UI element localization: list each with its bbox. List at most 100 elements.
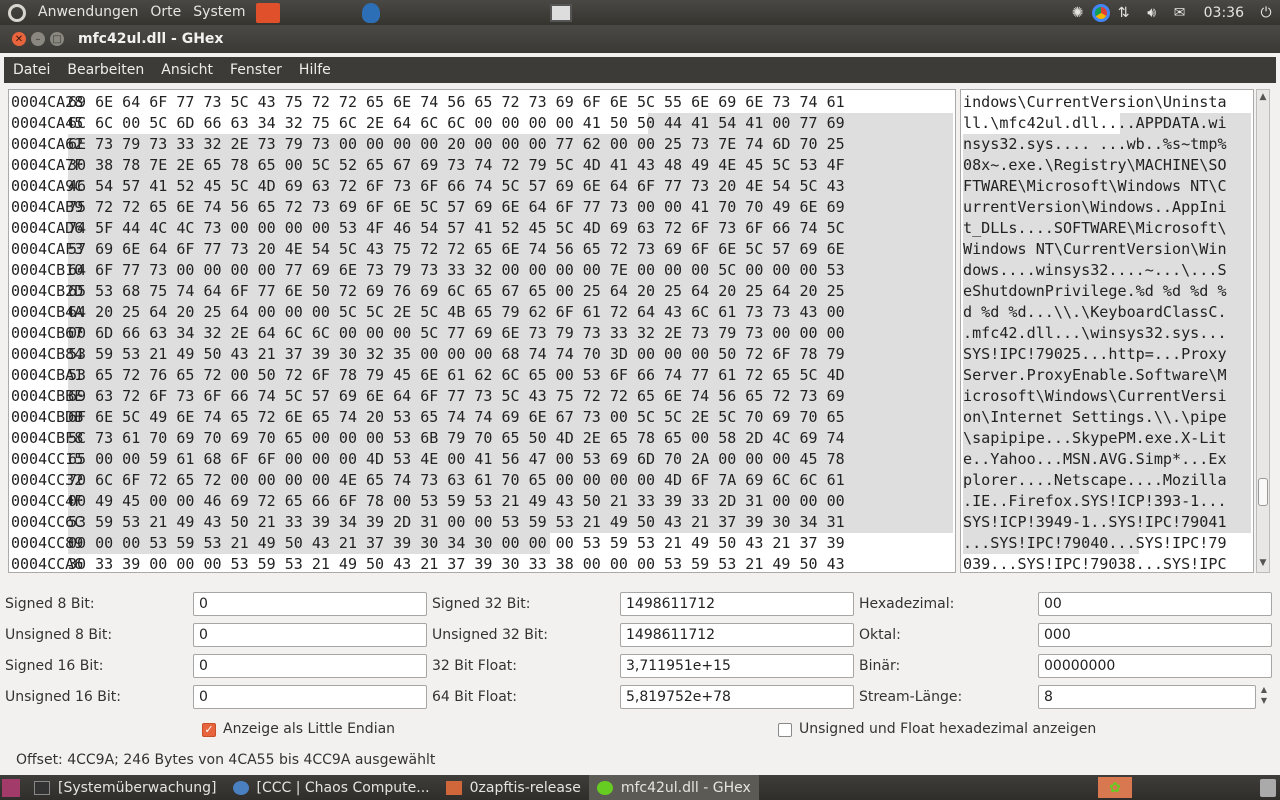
ascii-view[interactable]: indows\CurrentVersion\Uninsta ll.\mfc42ul… bbox=[960, 89, 1254, 573]
scroll-thumb[interactable] bbox=[1258, 478, 1268, 506]
gimp-launcher-icon[interactable] bbox=[361, 2, 380, 23]
volume-icon[interactable]: 🔊︎ bbox=[1143, 4, 1161, 22]
hex-bytes[interactable]: 75 72 72 65 6E 74 56 65 72 73 69 6F 6E 5… bbox=[68, 197, 845, 218]
ascii-row[interactable]: \sapipipe...SkypePM.exe.X-Lit bbox=[963, 428, 1253, 449]
hex-row[interactable]: 0004CA9C 46 54 57 41 52 45 5C 4D 69 63 72… bbox=[11, 176, 845, 197]
spinner-arrows-icon[interactable]: ▲ ▼ bbox=[1256, 684, 1272, 708]
hex-bytes[interactable]: 69 63 72 6F 73 6F 66 74 5C 57 69 6E 64 6… bbox=[68, 386, 845, 407]
menu-view[interactable]: Ansicht bbox=[152, 62, 221, 78]
menu-help[interactable]: Hilfe bbox=[290, 62, 339, 78]
hex-bytes[interactable]: 6F 6E 5C 49 6E 74 65 72 6E 65 74 20 53 6… bbox=[68, 407, 845, 428]
ascii-row[interactable]: .IE..Firefox.SYS!ICP!393-1... bbox=[963, 491, 1253, 512]
hex-row[interactable]: 0004CB2D 65 53 68 75 74 64 6F 77 6E 50 72… bbox=[11, 281, 845, 302]
ascii-row[interactable]: ll.\mfc42ul.dll....APPDATA.wi bbox=[963, 113, 1253, 134]
menu-places[interactable]: Orte bbox=[144, 0, 187, 25]
hex-row[interactable]: 0004CA28 69 6E 64 6F 77 73 5C 43 75 72 72… bbox=[11, 92, 845, 113]
ascii-row[interactable]: SYS!ICP!3949-1..SYS!IPC!79041 bbox=[963, 512, 1253, 533]
hex-row[interactable]: 0004CC6C 53 59 53 21 49 43 50 21 33 39 34… bbox=[11, 512, 845, 533]
signed16-field[interactable]: 0 bbox=[193, 654, 427, 678]
ubuntu-logo-icon[interactable] bbox=[8, 3, 26, 22]
ascii-row[interactable]: Windows NT\CurrentVersion\Win bbox=[963, 239, 1253, 260]
menu-edit[interactable]: Bearbeiten bbox=[58, 62, 152, 78]
hex-bytes[interactable]: 65 53 68 75 74 64 6F 77 6E 50 72 69 76 6… bbox=[68, 281, 845, 302]
task-system-monitor[interactable]: [Systemüberwachung] bbox=[26, 775, 225, 800]
hex-bytes[interactable]: 53 65 72 76 65 72 00 50 72 6F 78 79 45 6… bbox=[68, 365, 845, 386]
updown-icon[interactable]: ⇅ bbox=[1115, 4, 1133, 22]
workspace-switcher[interactable]: ✿ bbox=[1098, 777, 1132, 798]
scroll-up-icon[interactable]: ▲ bbox=[1257, 92, 1269, 104]
hex-bytes[interactable]: 00 49 45 00 00 46 69 72 65 66 6F 78 00 5… bbox=[68, 491, 845, 512]
hex-bytes[interactable]: 64 20 25 64 20 25 64 00 00 00 5C 5C 2E 5… bbox=[68, 302, 845, 323]
ascii-row[interactable]: SYS!IPC!79025...http=...Proxy bbox=[963, 344, 1253, 365]
hex-bytes[interactable]: 53 59 53 21 49 50 43 21 37 39 30 32 35 0… bbox=[68, 344, 845, 365]
video-launcher-icon[interactable] bbox=[549, 3, 572, 22]
hex-row[interactable]: 0004CAF3 57 69 6E 64 6F 77 73 20 4E 54 5C… bbox=[11, 239, 845, 260]
vertical-scrollbar[interactable]: ▲ ▼ bbox=[1256, 89, 1270, 573]
maximize-icon[interactable]: □ bbox=[50, 32, 64, 46]
unsigned8-field[interactable]: 0 bbox=[193, 623, 427, 647]
task-ghex[interactable]: mfc42ul.dll - GHex bbox=[588, 775, 759, 800]
stream-length-spinner[interactable]: 8 bbox=[1038, 685, 1256, 709]
clock[interactable]: 03:36 bbox=[1204, 5, 1244, 21]
float32-field[interactable]: 3,711951e+15 bbox=[620, 654, 854, 678]
hex-field[interactable]: 00 bbox=[1038, 592, 1272, 616]
chrome-icon[interactable] bbox=[1091, 3, 1110, 22]
ascii-row[interactable]: .mfc42.dll...\winsys32.sys... bbox=[963, 323, 1253, 344]
ascii-row[interactable]: ...SYS!IPC!79040...SYS!IPC!79 bbox=[963, 533, 1253, 554]
hex-bytes[interactable]: 57 69 6E 64 6F 77 73 20 4E 54 5C 43 75 7… bbox=[68, 239, 845, 260]
hex-row[interactable]: 0004CC89 00 00 00 53 59 53 21 49 50 43 21… bbox=[11, 533, 845, 554]
hex-bytes[interactable]: 5C 73 61 70 69 70 69 70 65 00 00 00 53 6… bbox=[68, 428, 845, 449]
ascii-row[interactable]: e..Yahoo...MSN.AVG.Simp*...Ex bbox=[963, 449, 1253, 470]
hex-row[interactable]: 0004CBF8 5C 73 61 70 69 70 69 70 65 00 00… bbox=[11, 428, 845, 449]
ascii-row[interactable]: FTWARE\Microsoft\Windows NT\C bbox=[963, 176, 1253, 197]
hex-row[interactable]: 0004CCA6 30 33 39 00 00 00 53 59 53 21 49… bbox=[11, 554, 845, 575]
hex-bytes[interactable]: 00 00 00 53 59 53 21 49 50 43 21 37 39 3… bbox=[68, 533, 845, 554]
ascii-row[interactable]: Server.ProxyEnable.Software\M bbox=[963, 365, 1253, 386]
hex-bytes[interactable]: 53 59 53 21 49 43 50 21 33 39 34 39 2D 3… bbox=[68, 512, 845, 533]
menu-file[interactable]: Datei bbox=[4, 62, 58, 78]
little-endian-label[interactable]: Anzeige als Little Endian bbox=[223, 721, 395, 737]
mail-icon[interactable]: ✉ bbox=[1171, 4, 1189, 22]
hex-row[interactable]: 0004CBA1 53 65 72 76 65 72 00 50 72 6F 78… bbox=[11, 365, 845, 386]
menu-window[interactable]: Fenster bbox=[221, 62, 290, 78]
ascii-row[interactable]: t_DLLs....SOFTWARE\Microsoft\ bbox=[963, 218, 1253, 239]
hex-bytes[interactable]: 74 5F 44 4C 4C 73 00 00 00 00 53 4F 46 5… bbox=[68, 218, 845, 239]
binary-field[interactable]: 00000000 bbox=[1038, 654, 1272, 678]
little-endian-checkbox[interactable]: ✓ bbox=[202, 723, 216, 737]
hex-bytes[interactable]: 6C 6C 00 5C 6D 66 63 34 32 75 6C 2E 64 6… bbox=[68, 113, 845, 134]
ascii-row[interactable]: indows\CurrentVersion\Uninsta bbox=[963, 92, 1253, 113]
home-folder-icon[interactable] bbox=[255, 2, 280, 23]
unsigned-hex-checkbox[interactable] bbox=[778, 723, 792, 737]
menu-applications[interactable]: Anwendungen bbox=[32, 0, 144, 25]
ascii-row[interactable]: plorer....Netscape....Mozilla bbox=[963, 470, 1253, 491]
hex-bytes[interactable]: 00 6D 66 63 34 32 2E 64 6C 6C 00 00 00 5… bbox=[68, 323, 845, 344]
hex-row[interactable]: 0004CC32 70 6C 6F 72 65 72 00 00 00 00 4E… bbox=[11, 470, 845, 491]
unsigned32-field[interactable]: 1498611712 bbox=[620, 623, 854, 647]
hex-row[interactable]: 0004CC15 65 00 00 59 61 68 6F 6F 00 00 00… bbox=[11, 449, 845, 470]
ascii-row[interactable]: icrosoft\Windows\CurrentVersi bbox=[963, 386, 1253, 407]
ascii-row[interactable]: 08x~.exe.\Registry\MACHINE\SO bbox=[963, 155, 1253, 176]
hex-row[interactable]: 0004CB10 64 6F 77 73 00 00 00 00 77 69 6E… bbox=[11, 260, 845, 281]
hex-bytes[interactable]: 6E 73 79 73 33 32 2E 73 79 73 00 00 00 0… bbox=[68, 134, 845, 155]
unsigned16-field[interactable]: 0 bbox=[193, 685, 427, 709]
hex-bytes[interactable]: 30 38 78 7E 2E 65 78 65 00 5C 52 65 67 6… bbox=[68, 155, 845, 176]
ascii-row[interactable]: nsys32.sys.... ...wb..%s~tmp% bbox=[963, 134, 1253, 155]
ascii-row[interactable]: urrentVersion\Windows..AppIni bbox=[963, 197, 1253, 218]
hex-row[interactable]: 0004CB4A 64 20 25 64 20 25 64 00 00 00 5C… bbox=[11, 302, 845, 323]
hex-bytes[interactable]: 64 6F 77 73 00 00 00 00 77 69 6E 73 79 7… bbox=[68, 260, 845, 281]
hex-bytes[interactable]: 65 00 00 59 61 68 6F 6F 00 00 00 4D 53 4… bbox=[68, 449, 845, 470]
hex-bytes[interactable]: 46 54 57 41 52 45 5C 4D 69 63 72 6F 73 6… bbox=[68, 176, 845, 197]
hex-bytes[interactable]: 70 6C 6F 72 65 72 00 00 00 00 4E 65 74 7… bbox=[68, 470, 845, 491]
show-desktop-icon[interactable] bbox=[2, 778, 20, 797]
trash-icon[interactable] bbox=[1260, 779, 1276, 797]
signed32-field[interactable]: 1498611712 bbox=[620, 592, 854, 616]
float64-field[interactable]: 5,819752e+78 bbox=[620, 685, 854, 709]
hex-row[interactable]: 0004CB84 53 59 53 21 49 50 43 21 37 39 30… bbox=[11, 344, 845, 365]
window-titlebar[interactable]: ✕ – □ mfc42ul.dll - GHex bbox=[0, 25, 1280, 53]
signed8-field[interactable]: 0 bbox=[193, 592, 427, 616]
close-icon[interactable]: ✕ bbox=[12, 32, 26, 46]
hex-row[interactable]: 0004CA45 6C 6C 00 5C 6D 66 63 34 32 75 6C… bbox=[11, 113, 845, 134]
hex-row[interactable]: 0004CA62 6E 73 79 73 33 32 2E 73 79 73 00… bbox=[11, 134, 845, 155]
task-folder[interactable]: 0zapftis-release bbox=[438, 775, 589, 800]
scroll-down-icon[interactable]: ▼ bbox=[1257, 558, 1269, 570]
